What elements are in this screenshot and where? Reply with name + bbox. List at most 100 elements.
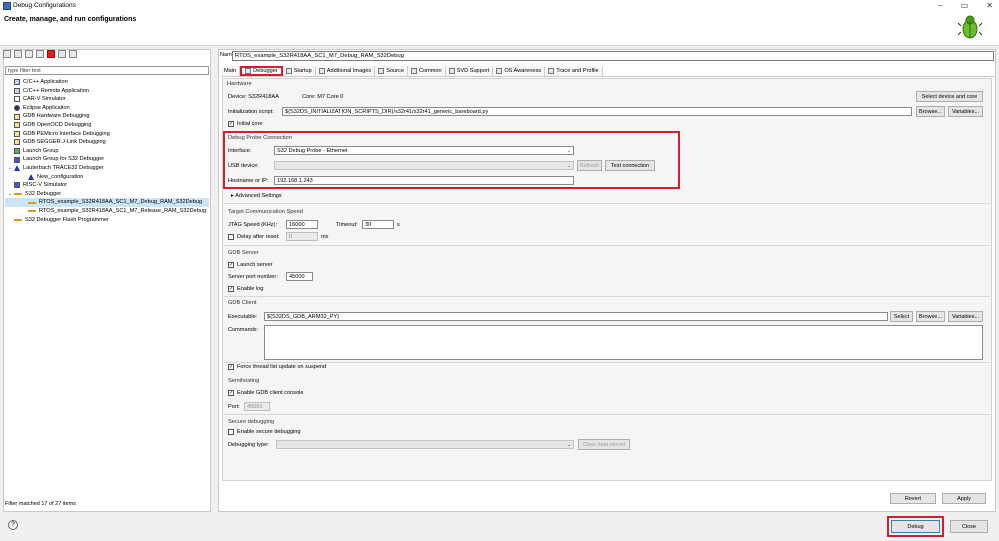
tree-item[interactable]: C/C++ Remote Application	[5, 87, 209, 96]
tree-item-label: RTOS_example_S32R418AA_SC1_M7_Release_RA…	[39, 207, 207, 214]
collapse-all-icon[interactable]	[58, 50, 66, 58]
refresh-button[interactable]: Refresh	[577, 160, 602, 171]
tree-item[interactable]: Launch Group for S32 Debugger	[5, 155, 209, 164]
advanced-settings-toggle[interactable]: ▸ Advanced Settings	[231, 193, 282, 199]
tree-item[interactable]: ⌄ Lauterbach TRACE32 Debugger	[5, 164, 209, 173]
tree-item[interactable]: GDB PEMicro Interface Debugging	[5, 130, 209, 139]
usb-device-label: USB device:	[228, 163, 259, 169]
executable-select-button[interactable]: Select	[890, 311, 913, 322]
server-port-input[interactable]: 45000	[286, 272, 313, 281]
clear-data-button[interactable]: Clear data stored	[578, 439, 630, 450]
help-icon[interactable]: ?	[8, 520, 18, 530]
tree-item[interactable]: New_configuration	[5, 173, 209, 182]
duplicate-icon[interactable]	[36, 50, 44, 58]
tab-common[interactable]: Common	[407, 66, 446, 76]
executable-input[interactable]: ${S32DS_GDB_ARM32_PY}	[264, 312, 888, 321]
tree-item-label: S32 Debugger	[25, 190, 62, 197]
window-controls: – ▭ ✕	[938, 1, 993, 10]
tree-item-label: Eclipse Application	[23, 104, 70, 111]
tab-source[interactable]: Source	[375, 66, 408, 76]
tree-item-label: Lauterbach TRACE32 Debugger	[23, 164, 104, 171]
tree-item[interactable]: GDB Hardware Debugging	[5, 112, 209, 121]
timeout-input[interactable]: 30	[362, 220, 394, 229]
window-titlebar: Debug Configurations – ▭ ✕	[0, 0, 999, 12]
apply-button[interactable]: Apply	[942, 493, 986, 504]
tree-item[interactable]: S32 Debugger Flash Programmer	[5, 216, 209, 225]
debugging-type-label: Debugging type:	[228, 442, 269, 448]
tab-label: Common	[418, 68, 442, 74]
minimize-icon[interactable]: –	[938, 1, 942, 10]
tab-icon	[378, 68, 385, 74]
force-update-label: Force thread list update on suspend	[237, 364, 327, 370]
tab-svd-support[interactable]: SVD Support	[445, 66, 494, 76]
semihost-port-input[interactable]: 45001	[244, 402, 270, 411]
tab-trace-and-profile[interactable]: Trace and Profile	[545, 66, 603, 76]
divider	[224, 245, 990, 246]
ecl-config-icon	[14, 105, 20, 112]
config-tree: C/C++ Application C/C++ Remote Applicatio…	[5, 78, 209, 224]
gdb-config-icon	[14, 113, 20, 120]
lin-config-icon	[28, 210, 36, 213]
divider	[224, 296, 990, 297]
revert-button[interactable]: Revert	[890, 493, 936, 504]
tree-item[interactable]: RTOS_example_S32R418AA_SC1_M7_Debug_RAM_…	[5, 198, 209, 207]
maximize-icon[interactable]: ▭	[961, 1, 969, 10]
tri-config-icon	[28, 173, 34, 180]
filter-icon[interactable]	[69, 50, 77, 58]
tab-startup[interactable]: Startup	[282, 66, 316, 76]
tree-item[interactable]: GDB OpenOCD Debugging	[5, 121, 209, 130]
name-input[interactable]: RTOS_example_S32R418AA_SC1_M7_Debug_RAM_…	[232, 51, 994, 61]
filter-input[interactable]: type filter text	[5, 66, 209, 75]
init-variables-button[interactable]: Variables...	[948, 106, 983, 117]
test-connection-button[interactable]: Test connection	[605, 160, 655, 171]
tab-icon	[496, 68, 503, 74]
tree-item[interactable]: Launch Group	[5, 147, 209, 156]
chevron-down-icon[interactable]: ⌄	[7, 164, 13, 173]
probe-section-title: Debug Probe Connection	[228, 135, 292, 141]
jtag-speed-input[interactable]: 16000	[286, 220, 318, 229]
interface-select[interactable]: S32 Debug Probe - Ethernet ⌄	[274, 146, 574, 155]
tree-item[interactable]: C/C++ Application	[5, 78, 209, 87]
tab-label: Source	[386, 68, 404, 74]
car-config-icon	[14, 96, 20, 103]
tree-item[interactable]: ⌄ S32 Debugger	[5, 190, 209, 199]
tree-item[interactable]: GDB SEGGER J-Link Debugging	[5, 138, 209, 147]
tab-main[interactable]: Main	[221, 66, 241, 76]
tree-item[interactable]: RISC-V Simulator	[5, 181, 209, 190]
gdb-console-checkbox[interactable]: ✓	[228, 390, 234, 396]
new-prototype-icon[interactable]	[14, 50, 22, 58]
tab-os-awareness[interactable]: OS Awareness	[493, 66, 546, 76]
new-config-icon[interactable]	[3, 50, 11, 58]
executable-browse-button[interactable]: Browse...	[916, 311, 945, 322]
init-browse-button[interactable]: Browse...	[916, 106, 945, 117]
delete-icon[interactable]	[47, 50, 55, 58]
init-script-input[interactable]: ${S32DS_INITIALIZATION_SCRIPTS_DIR}/s32r…	[282, 107, 912, 116]
usb-device-select[interactable]: ⌄	[274, 161, 574, 170]
enable-log-checkbox[interactable]: ✓	[228, 286, 234, 292]
delay-checkbox[interactable]	[228, 234, 234, 240]
tab-debugger[interactable]: Debugger	[240, 66, 283, 76]
initial-core-checkbox[interactable]: ✓	[228, 121, 234, 127]
select-device-button[interactable]: Select device and core	[916, 91, 983, 102]
close-button[interactable]: Close	[950, 520, 988, 533]
tree-item[interactable]: RTOS_example_S32R418AA_SC1_M7_Release_RA…	[5, 207, 209, 216]
tab-additional-images[interactable]: Additional Images	[315, 66, 376, 76]
cpp-config-icon	[14, 87, 20, 94]
secure-debug-checkbox[interactable]	[228, 429, 234, 435]
lin-config-icon	[14, 218, 22, 221]
chevron-down-icon: ⌄	[566, 442, 571, 448]
export-icon[interactable]	[25, 50, 33, 58]
tree-item[interactable]: CAR-V Simulator	[5, 95, 209, 104]
debugging-type-select[interactable]: ⌄	[276, 440, 574, 449]
grn-config-icon	[14, 148, 20, 155]
delay-input[interactable]: 0	[286, 232, 318, 241]
launch-server-checkbox[interactable]: ✓	[228, 262, 234, 268]
executable-variables-button[interactable]: Variables...	[948, 311, 983, 322]
tree-item[interactable]: Eclipse Application	[5, 104, 209, 113]
force-update-checkbox[interactable]: ✓	[228, 364, 234, 370]
chevron-down-icon[interactable]: ⌄	[7, 190, 13, 199]
debug-button[interactable]: Debug	[891, 520, 940, 533]
close-window-icon[interactable]: ✕	[986, 1, 993, 10]
commands-textarea[interactable]	[264, 325, 983, 360]
hostname-input[interactable]: 192.168.1.243	[274, 176, 574, 185]
